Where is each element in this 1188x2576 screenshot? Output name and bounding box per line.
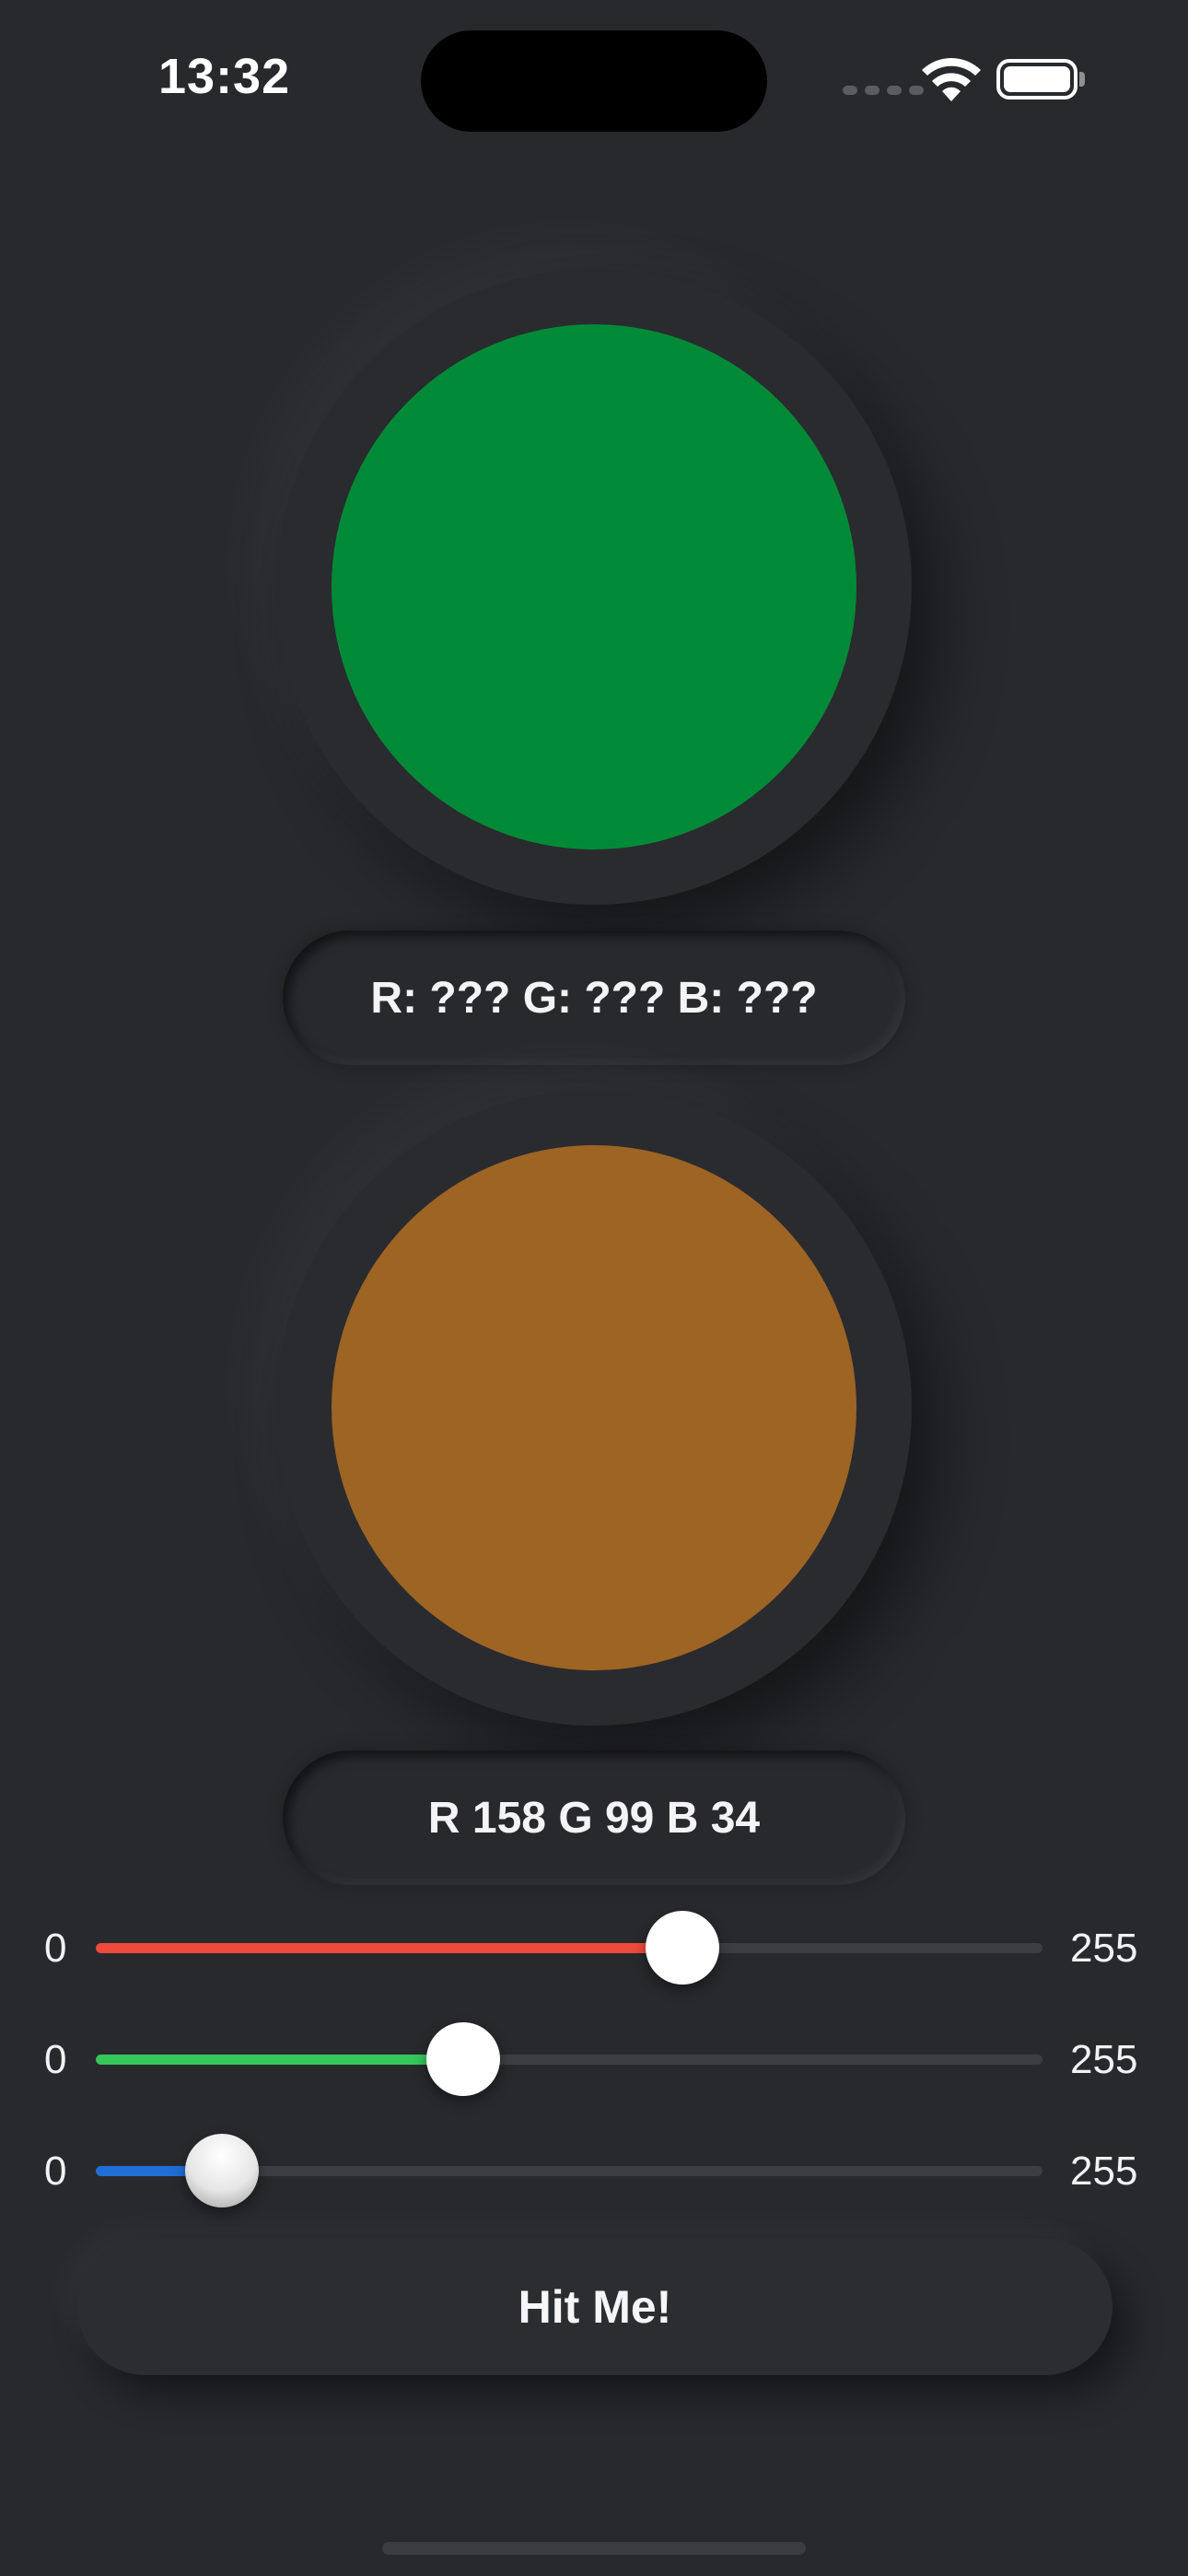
hit-me-button[interactable]: Hit Me!	[77, 2239, 1112, 2375]
home-indicator	[382, 2542, 806, 2555]
battery-icon	[996, 59, 1077, 100]
target-color-circle	[332, 324, 856, 849]
red-slider-row: 0 255	[0, 1902, 1188, 1994]
target-rgb-label: R: ??? G: ??? B: ???	[283, 931, 905, 1065]
blue-slider-thumb[interactable]	[185, 2134, 260, 2207]
guess-rgb-label: R 158 G 99 B 34	[283, 1751, 905, 1885]
blue-min-label: 0	[44, 2149, 67, 2194]
cellular-signal-icon	[843, 86, 924, 95]
battery-level	[1004, 66, 1070, 92]
red-slider-fill	[96, 1943, 682, 1953]
status-time: 13:32	[158, 49, 291, 104]
green-min-label: 0	[44, 2037, 67, 2082]
wifi-icon	[922, 58, 981, 101]
green-slider-thumb[interactable]	[426, 2022, 501, 2096]
green-max-label: 255	[1070, 2037, 1138, 2082]
red-max-label: 255	[1070, 1926, 1138, 1971]
green-slider-track[interactable]	[96, 2055, 1042, 2065]
guess-color-circle	[332, 1145, 856, 1670]
battery-cap	[1079, 72, 1085, 87]
red-min-label: 0	[44, 1926, 67, 1971]
green-slider-row: 0 255	[0, 2013, 1188, 2105]
dynamic-island	[421, 30, 767, 132]
screen: 13:32 R: ??? G: ??? B: ??? R 158 G 99 B …	[0, 0, 1188, 2576]
blue-slider-row: 0 255	[0, 2125, 1188, 2217]
blue-max-label: 255	[1070, 2149, 1138, 2194]
target-color-container	[276, 269, 912, 905]
red-slider-track[interactable]	[96, 1943, 1042, 1953]
red-slider-thumb[interactable]	[645, 1911, 719, 1985]
green-slider-fill	[96, 2055, 464, 2065]
guess-color-container	[276, 1090, 912, 1726]
